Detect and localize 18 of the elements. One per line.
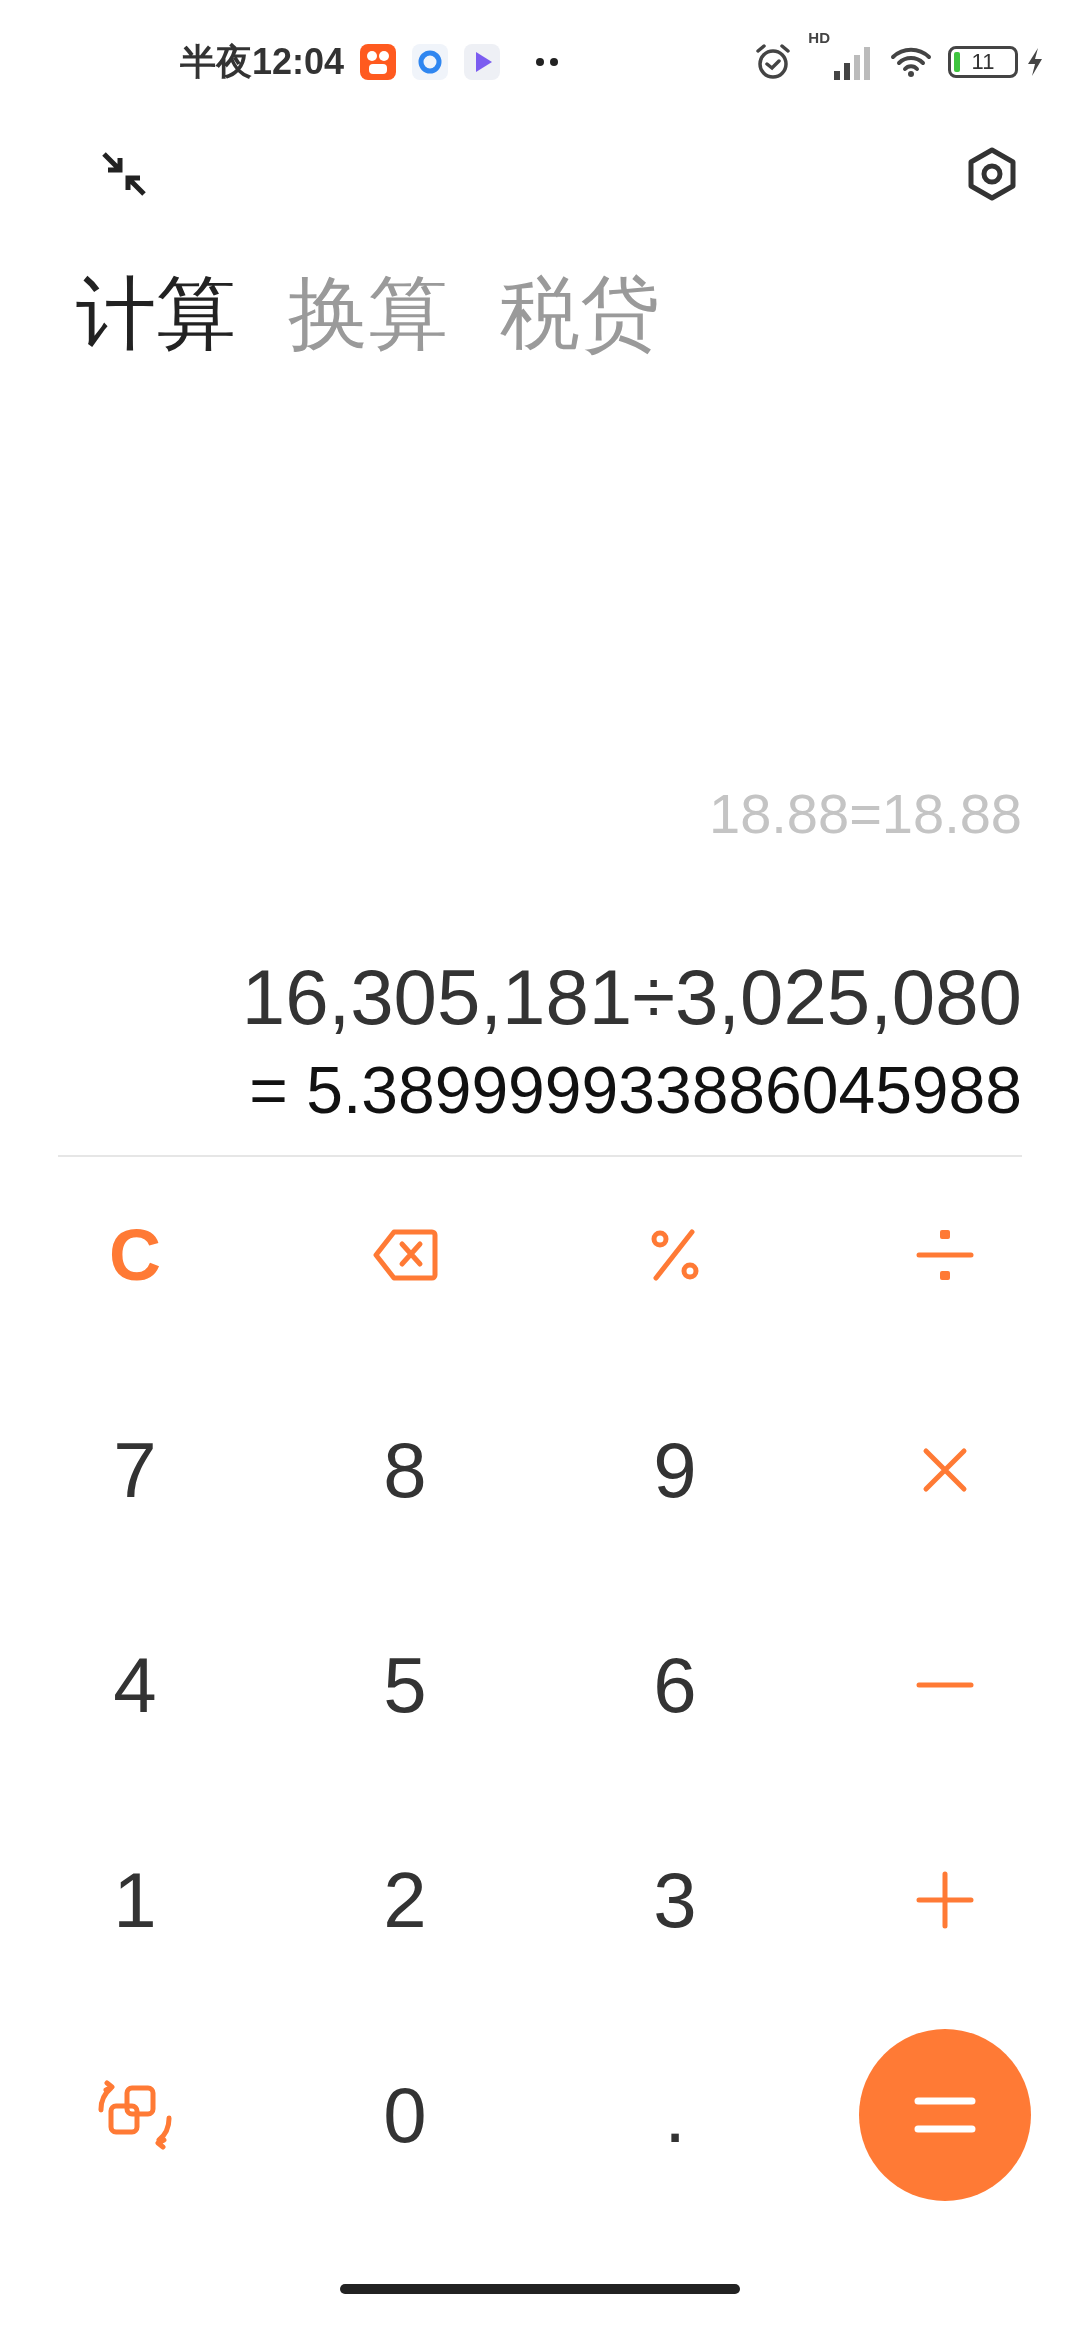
digit-key[interactable]: 7 <box>89 1422 181 1517</box>
mode-tab[interactable]: 计算 <box>76 274 236 354</box>
digit-key[interactable]: 6 <box>629 1637 721 1732</box>
digit-key[interactable]: 5 <box>359 1637 451 1732</box>
battery-percentage: 11 <box>970 51 996 73</box>
digit-key[interactable]: . <box>640 2067 710 2162</box>
network-type-label: HD <box>808 30 830 45</box>
digit-key[interactable]: 0 <box>359 2067 451 2162</box>
digit-key[interactable]: 4 <box>89 1637 181 1732</box>
digit-key[interactable]: 3 <box>629 1852 721 1947</box>
digit-key[interactable]: 8 <box>359 1422 451 1517</box>
result-display: = 5.389999933886045988 <box>249 1052 1022 1129</box>
digit-key[interactable]: 1 <box>89 1852 181 1947</box>
digit-key[interactable]: 9 <box>629 1422 721 1517</box>
status-time: 半夜12:04 <box>180 40 345 84</box>
history-entry: 18.88=18.88 <box>709 781 1022 847</box>
digit-key[interactable]: 2 <box>359 1852 451 1947</box>
expression-display: 16,305,181÷3,025,080 <box>241 952 1022 1043</box>
